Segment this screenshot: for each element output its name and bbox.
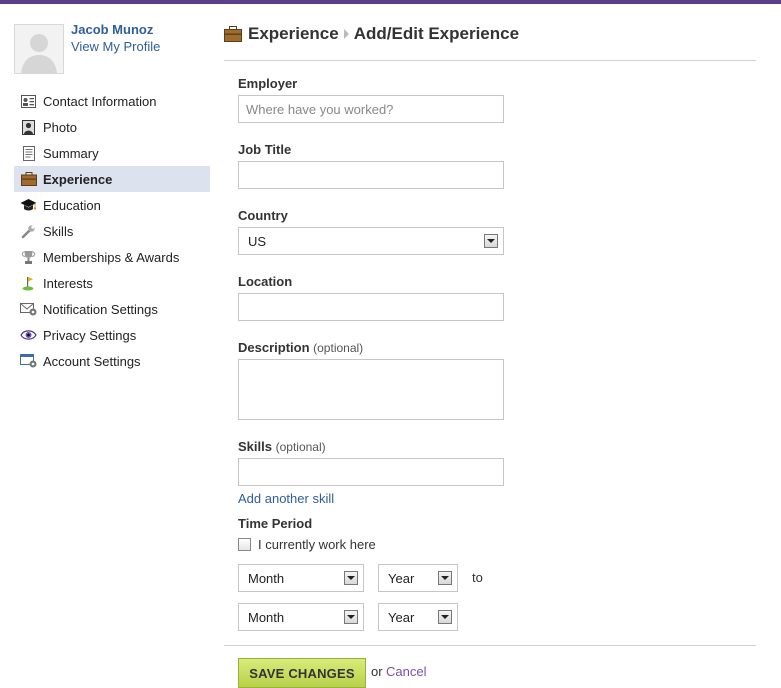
sidebar-item-skills[interactable]: Skills [14,218,210,244]
job-title-label: Job Title [238,142,292,157]
chevron-down-icon[interactable] [484,234,498,248]
employer-input[interactable] [238,95,504,123]
country-select[interactable]: US [238,227,504,255]
sidebar-item-label: Privacy Settings [43,327,137,343]
sidebar-item-label: Interests [43,275,93,291]
description-textarea[interactable] [238,359,504,420]
to-label: to [472,570,483,585]
start-year-select[interactable]: Year [378,564,458,592]
sidebar-item-memberships-awards[interactable]: Memberships & Awards [14,244,210,270]
start-month-value: Month [248,570,285,586]
trophy-icon [20,249,37,266]
sidebar-item-label: Summary [43,145,99,161]
sidebar-item-experience[interactable]: Experience [14,166,210,192]
sidebar-item-privacy-settings[interactable]: Privacy Settings [14,322,210,348]
or-text: or [371,664,383,679]
chevron-down-icon[interactable] [438,610,452,624]
sidebar-item-notification-settings[interactable]: Notification Settings [14,296,210,322]
location-label: Location [238,274,293,289]
briefcase-icon [224,26,242,42]
sidebar-nav: Contact Information Photo Summary Experi… [14,88,210,374]
current-work-checkbox[interactable] [238,538,251,551]
envelope-gear-icon [20,301,37,318]
breadcrumb-current: Add/Edit Experience [353,24,520,43]
document-icon [20,145,37,162]
employer-label: Employer [238,76,298,91]
sidebar-item-interests[interactable]: Interests [14,270,210,296]
chevron-down-icon[interactable] [438,571,452,585]
skills-label-text: Skills [238,439,272,454]
end-month-select[interactable]: Month [238,603,364,631]
sidebar-item-label: Education [43,197,101,213]
cancel-link[interactable]: Cancel [386,664,426,679]
sidebar-item-label: Experience [43,171,113,187]
end-year-value: Year [388,609,415,625]
sidebar-item-summary[interactable]: Summary [14,140,210,166]
window-gear-icon [20,353,37,370]
breadcrumb-separator-icon [343,29,349,39]
avatar[interactable] [14,24,64,74]
briefcase-icon [20,171,37,188]
skill-input[interactable] [238,458,504,486]
view-profile-link[interactable]: View My Profile [71,39,160,54]
skills-label: Skills (optional) [238,439,326,454]
page-title: Experience Add/Edit Experience [224,24,519,44]
form-divider [224,645,756,646]
optional-hint: (optional) [313,341,364,355]
breadcrumb-section[interactable]: Experience [248,24,339,44]
time-period-label: Time Period [238,516,313,531]
chevron-down-icon[interactable] [344,610,358,624]
eye-icon [20,327,37,344]
sidebar-item-label: Notification Settings [43,301,158,317]
contact-card-icon [20,93,37,110]
wrench-icon [20,223,37,240]
top-accent-bar [0,0,781,4]
job-title-input[interactable] [238,161,504,189]
start-year-value: Year [388,570,415,586]
sidebar-item-photo[interactable]: Photo [14,114,210,140]
current-work-label[interactable]: I currently work here [258,537,376,552]
sidebar-item-contact-information[interactable]: Contact Information [14,88,210,114]
header-divider [224,60,756,61]
description-label-text: Description [238,340,310,355]
graduation-cap-icon [20,197,37,214]
chevron-down-icon[interactable] [344,571,358,585]
sidebar-item-label: Memberships & Awards [43,249,180,265]
sidebar-item-label: Photo [43,119,77,135]
sidebar-item-label: Contact Information [43,93,157,109]
location-input[interactable] [238,293,504,321]
photo-portrait-icon [20,119,37,136]
add-another-skill-link[interactable]: Add another skill [238,491,334,506]
sidebar-item-education[interactable]: Education [14,192,210,218]
country-label: Country [238,208,288,223]
default-avatar-icon [15,25,63,73]
save-changes-button[interactable]: SAVE CHANGES [238,658,366,688]
country-value: US [248,233,267,249]
start-month-select[interactable]: Month [238,564,364,592]
sidebar-item-label: Account Settings [43,353,141,369]
golf-flag-icon [20,275,37,292]
end-month-value: Month [248,609,285,625]
description-label: Description (optional) [238,340,363,355]
user-name[interactable]: Jacob Munoz [71,22,153,37]
end-year-select[interactable]: Year [378,603,458,631]
optional-hint: (optional) [275,440,326,454]
sidebar-item-label: Skills [43,223,74,239]
sidebar-item-account-settings[interactable]: Account Settings [14,348,210,374]
